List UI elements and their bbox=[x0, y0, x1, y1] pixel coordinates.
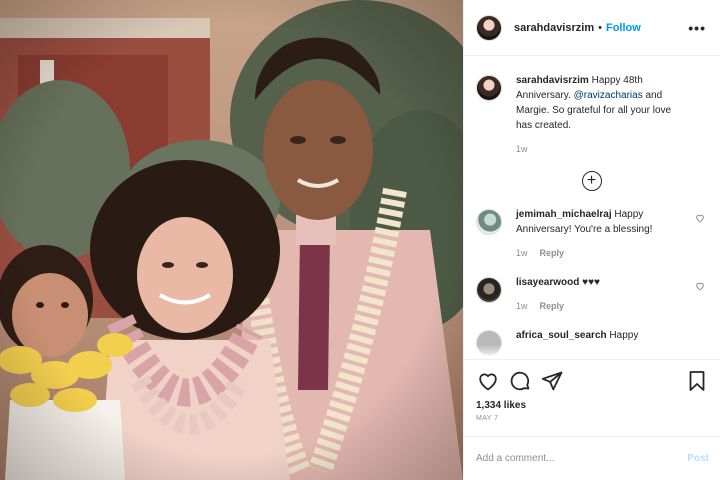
more-options-icon[interactable]: ••• bbox=[688, 20, 706, 36]
post-comment-button[interactable]: Post bbox=[687, 453, 709, 464]
caption-username[interactable]: sarahdavisrzim bbox=[516, 75, 589, 86]
comment-time[interactable]: 1w bbox=[516, 246, 528, 261]
post-photo[interactable] bbox=[0, 0, 463, 480]
comment-text: ♥♥♥ bbox=[582, 277, 600, 288]
comment-bubble-icon[interactable] bbox=[508, 369, 532, 393]
comment-meta: 1w Reply bbox=[516, 299, 686, 314]
comments-list[interactable]: sarahdavisrzim Happy 48th Anniversary. @… bbox=[464, 57, 720, 359]
post-actions: 1,334 likes MAY 7 bbox=[464, 359, 720, 422]
comment-body: africa_soul_search Happy bbox=[516, 328, 686, 343]
comment-username[interactable]: jemimah_michaelraj bbox=[516, 209, 612, 220]
author-username[interactable]: sarahdavisrzim bbox=[514, 22, 594, 34]
comment-input[interactable] bbox=[476, 453, 688, 464]
load-more-comments-button[interactable]: + bbox=[476, 171, 707, 191]
caption-time[interactable]: 1w bbox=[516, 142, 528, 157]
comment-text: Happy bbox=[609, 330, 639, 341]
comment-meta: 1w Reply bbox=[516, 246, 686, 261]
add-comment-bar: Post bbox=[464, 436, 720, 480]
caption-author-avatar[interactable] bbox=[476, 75, 502, 101]
post-side-panel: sarahdavisrzim • Follow ••• sarahdavisrz… bbox=[463, 0, 720, 480]
bookmark-icon[interactable] bbox=[685, 369, 709, 393]
comment-like-heart-icon[interactable] bbox=[695, 213, 705, 223]
likes-count[interactable]: 1,334 likes bbox=[476, 400, 709, 411]
comment-time[interactable]: 1w bbox=[516, 299, 528, 314]
plus-circle-icon: + bbox=[581, 171, 602, 191]
follow-button[interactable]: Follow bbox=[606, 22, 641, 34]
reply-button[interactable]: Reply bbox=[540, 246, 565, 261]
comment-like-heart-icon[interactable] bbox=[695, 281, 705, 291]
vintage-family-photo bbox=[0, 0, 463, 480]
comment-username[interactable]: lisayearwood bbox=[516, 277, 579, 288]
comment-body: jemimah_michaelraj Happy Anniversary! Yo… bbox=[516, 207, 686, 261]
caption: sarahdavisrzim Happy 48th Anniversary. @… bbox=[476, 73, 707, 157]
comment-item: lisayearwood ♥♥♥ 1w Reply bbox=[476, 275, 707, 314]
comment-item: jemimah_michaelraj Happy Anniversary! Yo… bbox=[476, 207, 707, 261]
mention-link[interactable]: @ravizacharias bbox=[574, 90, 643, 101]
commenter-avatar[interactable] bbox=[476, 209, 502, 235]
post-date[interactable]: MAY 7 bbox=[476, 415, 709, 422]
paper-plane-icon[interactable] bbox=[540, 369, 564, 393]
caption-body: sarahdavisrzim Happy 48th Anniversary. @… bbox=[516, 73, 686, 157]
header-separator: • bbox=[598, 21, 602, 34]
author-avatar[interactable] bbox=[476, 14, 502, 41]
heart-icon[interactable] bbox=[476, 369, 500, 393]
commenter-avatar[interactable] bbox=[476, 277, 502, 303]
reply-button[interactable]: Reply bbox=[540, 299, 565, 314]
comment-username[interactable]: africa_soul_search bbox=[516, 330, 607, 341]
comment-body: lisayearwood ♥♥♥ 1w Reply bbox=[516, 275, 686, 314]
scroll-fade bbox=[464, 345, 720, 359]
action-icons bbox=[476, 368, 709, 394]
post-header: sarahdavisrzim • Follow ••• bbox=[464, 0, 720, 56]
caption-meta: 1w bbox=[516, 142, 686, 157]
